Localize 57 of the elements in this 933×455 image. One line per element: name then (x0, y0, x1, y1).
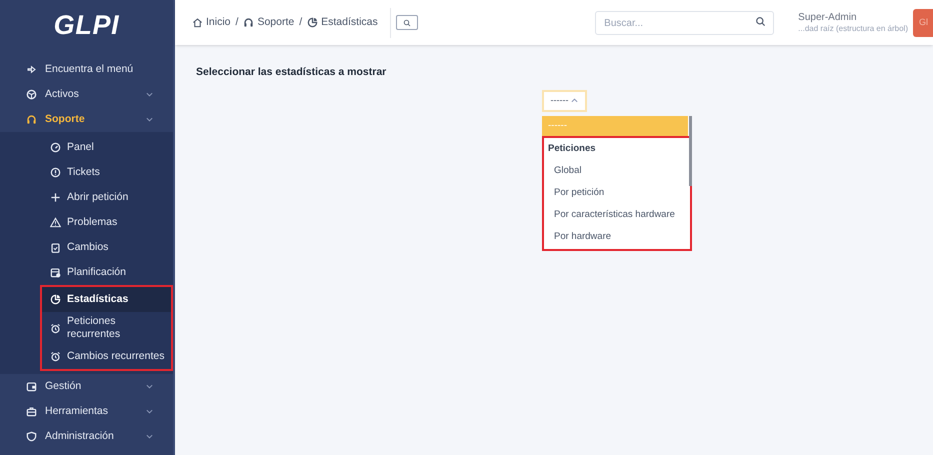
briefcase-icon (26, 406, 37, 417)
breadcrumb-link[interactable]: Inicio (192, 14, 231, 30)
menu-item[interactable]: Administración (0, 424, 173, 449)
chevron-down-icon (146, 117, 153, 122)
chevron-up-icon (571, 98, 578, 104)
chevron-down-icon (146, 92, 153, 97)
submenu-item[interactable]: Panel (0, 135, 173, 160)
chevron-down-icon (146, 434, 153, 439)
dropdown-option[interactable]: Por hardware (544, 226, 690, 248)
submenu-item[interactable]: Planificación (0, 260, 173, 285)
menu-item[interactable]: Herramientas (0, 399, 173, 424)
pie-chart-icon (50, 294, 61, 305)
breadcrumb-separator: / (299, 14, 302, 30)
submenu-item[interactable]: Problemas (0, 210, 173, 235)
wallet-icon (26, 381, 37, 392)
breadcrumb-link[interactable]: Soporte (243, 14, 294, 30)
warning-icon (50, 217, 61, 228)
arrow-icon (26, 64, 37, 75)
menu-item[interactable]: Soporte (0, 107, 173, 132)
clipboard-icon (50, 242, 61, 253)
dropdown-option[interactable]: Por características hardware (544, 204, 690, 226)
shield-icon (26, 431, 37, 442)
user-name[interactable]: Super-Admin (798, 12, 908, 22)
alert-circle-icon (50, 167, 61, 178)
submenu-item[interactable]: Estadísticas (42, 287, 171, 312)
plus-icon (50, 192, 61, 203)
search-icon (755, 16, 766, 27)
search-button[interactable] (396, 15, 418, 30)
alarm-clock-icon (50, 351, 61, 362)
logo[interactable]: GLPI (54, 12, 120, 52)
menu-item[interactable]: Gestión (0, 374, 173, 399)
pie-chart-icon (307, 17, 318, 28)
breadcrumb-separator: / (236, 14, 238, 30)
menu-item[interactable]: Activos (0, 82, 173, 107)
search-icon (402, 18, 411, 26)
search-field[interactable]: Buscar... (595, 11, 774, 36)
menu-item[interactable]: Encuentra el menú (0, 57, 173, 82)
submenu-item[interactable]: Cambios (0, 235, 173, 260)
cube-icon (26, 89, 37, 100)
select-field[interactable]: ------ (542, 90, 587, 112)
group-label: Peticiones (547, 142, 597, 156)
gauge-icon (50, 142, 61, 153)
submenu-item[interactable]: Tickets (0, 160, 173, 185)
dropdown-option[interactable]: Global (544, 160, 690, 182)
submenu-item[interactable]: Peticiones recurrentes (42, 312, 171, 344)
page-title: Seleccionar las estadísticas a mostrar (195, 65, 388, 80)
dropdown-option[interactable]: Por petición (544, 182, 690, 204)
breadcrumb-link[interactable]: Estadísticas (307, 14, 378, 30)
home-icon (192, 17, 203, 28)
chevron-down-icon (146, 384, 153, 389)
alarm-clock-icon (50, 322, 61, 334)
calendar-icon (50, 267, 61, 278)
submenu-item[interactable]: Abrir petición (0, 185, 173, 210)
submenu-item[interactable]: Cambios recurrentes (42, 344, 171, 369)
headset-icon (243, 17, 254, 28)
chevron-down-icon (146, 409, 153, 414)
headset-icon (26, 114, 37, 125)
